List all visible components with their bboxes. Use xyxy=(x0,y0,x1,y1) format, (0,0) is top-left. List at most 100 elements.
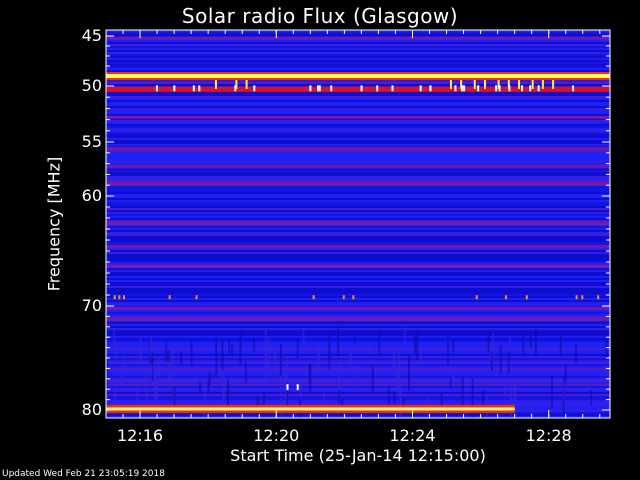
spectrogram-row xyxy=(106,294,610,296)
plot-area xyxy=(106,30,610,418)
spectrogram-row xyxy=(106,330,610,332)
spectrogram-row xyxy=(106,46,610,48)
spot xyxy=(581,295,584,300)
weak-band xyxy=(106,264,610,268)
spectrogram-row xyxy=(106,110,610,112)
texture-streak xyxy=(504,378,507,397)
spectrogram-row xyxy=(106,32,610,34)
spectrogram-row xyxy=(106,54,610,56)
spot xyxy=(360,85,363,92)
texture-streak xyxy=(398,351,401,388)
spectrogram-row xyxy=(106,398,610,400)
texture-streak xyxy=(534,328,537,356)
spectrogram-row xyxy=(106,174,610,176)
texture-streak xyxy=(221,372,224,410)
spot xyxy=(192,85,195,92)
spectrogram-row xyxy=(106,178,610,180)
spectrogram-row xyxy=(106,216,610,218)
spectrogram-row xyxy=(106,284,610,286)
spectrogram-row xyxy=(106,158,610,160)
spectrogram-row xyxy=(106,202,610,204)
texture-streak xyxy=(371,365,374,394)
texture-streak xyxy=(199,381,202,393)
spot xyxy=(597,295,600,300)
spot xyxy=(155,85,158,92)
texture-streak xyxy=(171,350,174,376)
spot xyxy=(454,85,457,92)
texture-streak xyxy=(529,333,532,348)
spectrogram-row xyxy=(106,242,610,244)
texture-streak xyxy=(413,335,416,354)
spectrogram-row xyxy=(106,152,610,154)
y-tick-label: 80 xyxy=(81,400,102,419)
spectrogram-row xyxy=(106,80,610,82)
spectrogram-row xyxy=(106,108,610,110)
spectrogram-row xyxy=(106,94,610,96)
texture-streak xyxy=(551,375,554,407)
spectrogram-row xyxy=(106,126,610,128)
spectrogram-row xyxy=(106,396,610,398)
spectrogram-row xyxy=(106,400,610,402)
spectrogram-row xyxy=(106,316,610,318)
spectrogram-row xyxy=(106,162,610,164)
spot xyxy=(234,85,237,92)
spectrogram-row xyxy=(106,48,610,50)
spectrogram-row xyxy=(106,334,610,336)
texture-streak xyxy=(228,338,231,354)
texture-streak xyxy=(509,336,512,351)
spectrogram-row xyxy=(106,314,610,316)
spectrogram-row xyxy=(106,226,610,228)
spectrogram-row xyxy=(106,92,610,94)
texture-streak xyxy=(353,333,356,344)
spectrogram-row xyxy=(106,208,610,210)
texture-streak xyxy=(416,331,419,361)
spectrogram-row xyxy=(106,102,610,104)
spot xyxy=(198,85,201,92)
spectrogram-row xyxy=(106,344,610,346)
spectrogram-row xyxy=(106,220,610,222)
spectrogram-row xyxy=(106,106,610,108)
texture-streak xyxy=(440,393,443,407)
texture-streak xyxy=(123,355,126,371)
texture-streak xyxy=(349,349,352,367)
bright-band-core xyxy=(106,74,610,78)
texture-streak xyxy=(328,333,331,370)
texture-streak xyxy=(145,370,148,406)
weak-band xyxy=(106,165,610,169)
spectrogram-row xyxy=(106,50,610,52)
spectrogram-row xyxy=(106,44,610,46)
spot xyxy=(498,85,501,92)
texture-streak xyxy=(165,339,168,362)
spectrogram-row xyxy=(106,104,610,106)
texture-streak xyxy=(309,363,312,393)
spectrogram-row xyxy=(106,262,610,264)
spot xyxy=(477,85,480,92)
burst-mark xyxy=(245,80,248,89)
texture-streak xyxy=(157,356,160,377)
burst-mark xyxy=(531,80,534,89)
spot xyxy=(376,85,379,92)
spectrogram-row xyxy=(106,272,610,274)
spectrogram-row xyxy=(106,256,610,258)
spectrogram-row xyxy=(106,338,610,340)
spectrogram-row xyxy=(106,212,610,214)
spot xyxy=(525,295,528,300)
spot xyxy=(318,85,321,92)
texture-streak xyxy=(265,349,268,385)
weak-band xyxy=(106,146,610,150)
weak-band xyxy=(106,318,610,322)
spectrogram-row xyxy=(106,280,610,282)
spectrogram-row xyxy=(106,336,610,338)
texture-streak xyxy=(522,331,525,355)
spectrogram-row xyxy=(106,274,610,276)
x-tick-label: 12:16 xyxy=(116,426,164,445)
spectrogram-row xyxy=(106,328,610,330)
spectrogram-row xyxy=(106,348,610,350)
texture-streak xyxy=(299,384,302,400)
spectrogram-row xyxy=(106,186,610,188)
spectrogram-row xyxy=(106,414,610,416)
spectrogram-row xyxy=(106,250,610,252)
spectrogram-row xyxy=(106,196,610,198)
spectrogram-row xyxy=(106,40,610,42)
bright-band xyxy=(106,86,610,92)
